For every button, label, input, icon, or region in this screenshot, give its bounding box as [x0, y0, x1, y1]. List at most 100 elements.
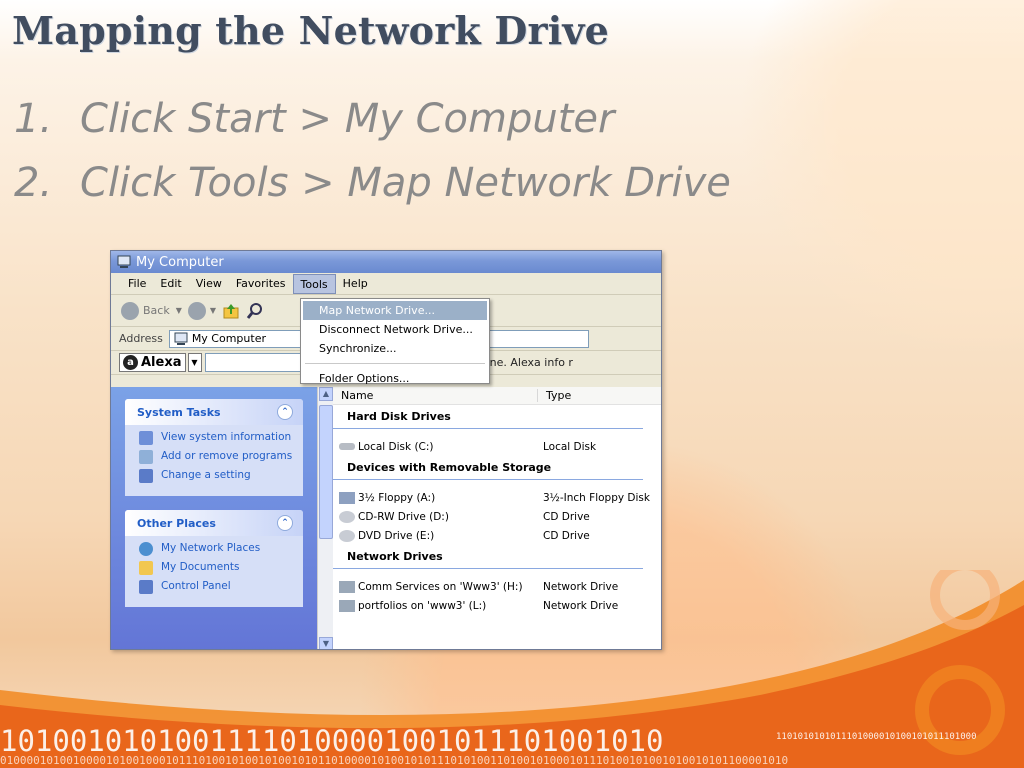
list-item[interactable]: Local Disk (C:) Local Disk [333, 437, 661, 456]
cd-drive-icon [339, 510, 355, 523]
network-places-icon [139, 542, 153, 556]
alexa-button[interactable]: a Alexa [119, 353, 186, 372]
place-label: Control Panel [161, 580, 231, 592]
item-type: Local Disk [543, 440, 597, 453]
place-my-network-places[interactable]: My Network Places [139, 542, 293, 556]
search-button[interactable] [246, 302, 264, 320]
list-item[interactable]: 3½ Floppy (A:) 3½-Inch Floppy Disk [333, 488, 661, 507]
group-hard-disk-drives: Hard Disk Drives [333, 405, 643, 429]
chevron-down-icon: ▼ [209, 306, 217, 315]
menu-item-folder-options[interactable]: Folder Options... [303, 369, 487, 388]
system-tasks-panel: System Tasks ⌃ View system information A… [125, 399, 303, 496]
column-name[interactable]: Name [333, 389, 538, 402]
task-label: Add or remove programs [161, 450, 293, 462]
system-info-icon [139, 431, 153, 445]
menu-item-disconnect-network-drive[interactable]: Disconnect Network Drive... [303, 320, 487, 339]
back-button[interactable]: Back ▼ [121, 301, 182, 320]
menu-favorites[interactable]: Favorites [229, 274, 293, 294]
menu-item-synchronize[interactable]: Synchronize... [303, 339, 487, 358]
item-type: CD Drive [543, 529, 590, 542]
item-name: portfolios on 'www3' (L:) [358, 599, 487, 612]
step-text: Click Start > My Computer [80, 96, 615, 142]
place-label: My Network Places [161, 542, 261, 554]
step-text: Click Tools > Map Network Drive [80, 160, 731, 206]
chevron-down-icon: ▼ [175, 306, 182, 315]
tools-menu-dropdown: Map Network Drive... Disconnect Network … [300, 298, 490, 385]
up-folder-icon [223, 303, 239, 318]
item-type: CD Drive [543, 510, 590, 523]
collapse-icon[interactable]: ⌃ [277, 515, 293, 531]
computer-icon [174, 332, 188, 345]
place-control-panel[interactable]: Control Panel [139, 580, 293, 594]
alexa-icon: a [123, 355, 138, 370]
computer-icon [117, 255, 131, 268]
task-add-remove-programs[interactable]: Add or remove programs [139, 450, 293, 464]
hard-disk-icon [339, 443, 355, 450]
folder-icon [139, 561, 153, 575]
other-places-panel: Other Places ⌃ My Network Places My Docu… [125, 510, 303, 607]
steps-list: 1. Click Start > My Computer 2. Click To… [14, 96, 731, 224]
window-title: My Computer [136, 254, 224, 270]
back-arrow-icon [121, 301, 139, 320]
binary-text-bottom: 0100001010010000101001000101110100101001… [0, 754, 789, 767]
network-drive-icon [339, 599, 355, 612]
task-label: View system information [161, 431, 292, 443]
programs-icon [139, 450, 153, 464]
item-type: 3½-Inch Floppy Disk [543, 491, 650, 504]
column-type[interactable]: Type [538, 389, 571, 402]
control-panel-icon [139, 469, 153, 483]
dvd-drive-icon [339, 529, 355, 542]
other-places-list: My Network Places My Documents Control P… [125, 536, 303, 607]
system-tasks-title: System Tasks [137, 405, 221, 419]
menu-view[interactable]: View [189, 274, 229, 294]
menu-tools[interactable]: Tools [292, 273, 336, 294]
step-number: 1. [14, 96, 53, 142]
task-change-setting[interactable]: Change a setting [139, 469, 293, 483]
task-label: Change a setting [161, 469, 251, 481]
menu-bar: File Edit View Favorites Tools Help [111, 273, 661, 295]
back-label: Back [143, 304, 170, 317]
task-view-system-info[interactable]: View system information [139, 431, 293, 445]
system-tasks-list: View system information Add or remove pr… [125, 425, 303, 496]
slide-title: Mapping the Network Drive [12, 8, 610, 53]
step-2: 2. Click Tools > Map Network Drive [14, 160, 731, 224]
step-number: 2. [14, 160, 53, 206]
floppy-icon [339, 491, 355, 504]
alexa-search-input[interactable] [204, 353, 305, 372]
address-value: My Computer [191, 332, 266, 345]
search-icon [246, 302, 263, 319]
scroll-down-arrow[interactable]: ▼ [319, 637, 333, 649]
window-body: System Tasks ⌃ View system information A… [111, 387, 661, 649]
column-headers: Name Type [333, 387, 661, 405]
forward-button[interactable]: ▼ [187, 301, 217, 320]
system-tasks-header[interactable]: System Tasks ⌃ [125, 399, 303, 425]
item-name: Comm Services on 'Www3' (H:) [358, 580, 523, 593]
menu-help[interactable]: Help [336, 274, 375, 294]
place-my-documents[interactable]: My Documents [139, 561, 293, 575]
address-label: Address [119, 332, 163, 345]
list-item[interactable]: portfolios on 'www3' (L:) Network Drive [333, 596, 661, 615]
binary-text-large: 10100101010011110100001001011101001010 [0, 724, 664, 758]
collapse-icon[interactable]: ⌃ [277, 404, 293, 420]
step-1: 1. Click Start > My Computer [14, 96, 731, 160]
other-places-title: Other Places [137, 516, 216, 530]
list-item[interactable]: Comm Services on 'Www3' (H:) Network Dri… [333, 577, 661, 596]
other-places-header[interactable]: Other Places ⌃ [125, 510, 303, 536]
alexa-label: Alexa [141, 355, 182, 370]
item-name: DVD Drive (E:) [358, 529, 435, 542]
task-pane: System Tasks ⌃ View system information A… [111, 387, 317, 649]
menu-file[interactable]: File [121, 274, 153, 294]
window-titlebar[interactable]: My Computer [111, 251, 661, 273]
scroll-thumb[interactable] [319, 405, 333, 539]
menu-edit[interactable]: Edit [153, 274, 188, 294]
control-panel-icon [139, 580, 153, 594]
alexa-dropdown[interactable]: ▼ [187, 353, 202, 372]
vertical-scrollbar[interactable]: ▲ ▼ [317, 387, 333, 649]
list-item[interactable]: DVD Drive (E:) CD Drive [333, 526, 661, 545]
up-folder-button[interactable] [222, 302, 240, 320]
menu-item-map-network-drive[interactable]: Map Network Drive... [303, 301, 487, 320]
scroll-up-arrow[interactable]: ▲ [319, 387, 333, 401]
item-type: Network Drive [543, 599, 619, 612]
file-list: Name Type Hard Disk Drives Local Disk (C… [333, 387, 661, 649]
list-item[interactable]: CD-RW Drive (D:) CD Drive [333, 507, 661, 526]
